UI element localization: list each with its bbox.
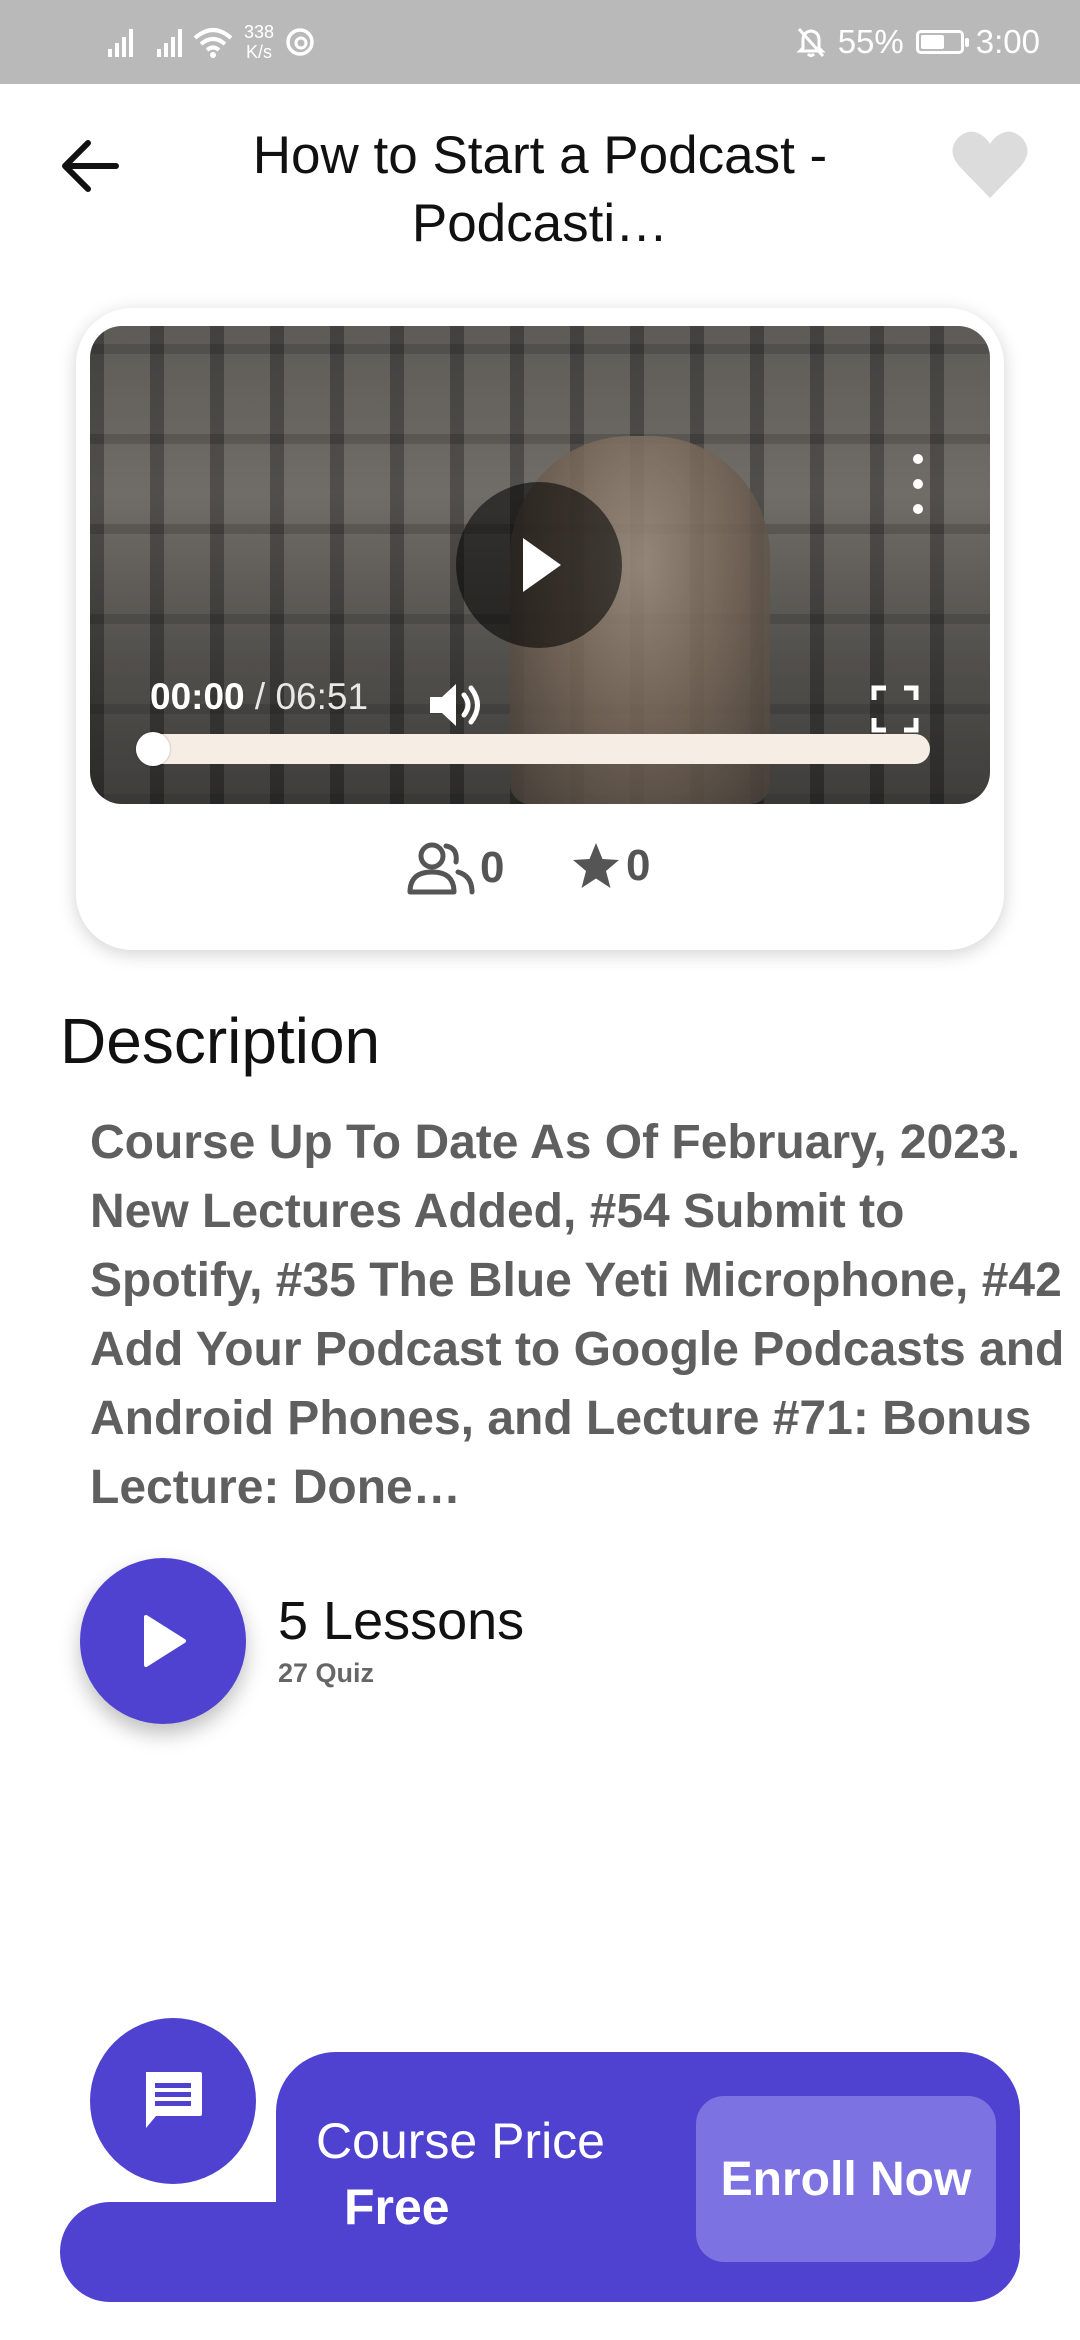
lessons-play-button[interactable] [80,1558,246,1724]
star-icon [573,843,619,888]
clock: 3:00 [975,23,1040,60]
course-price-value: Free [344,2179,450,2235]
lessons-count[interactable]: 5 Lessons [278,1590,524,1652]
back-button[interactable] [52,128,128,204]
play-icon [144,1615,186,1667]
network-speed-value: 338 [244,22,275,42]
time-separator: / [244,676,276,717]
battery-percent: 55% [837,23,904,60]
rating-stat: 0 [570,840,650,892]
description-text: Course Up To Date As Of February, 2023. … [90,1116,1065,1514]
back-arrow-icon [62,140,119,192]
bell-off-icon [796,28,826,57]
threads-icon [286,28,314,56]
description-heading: Description [60,1005,381,1077]
network-speed-unit: K/s [246,42,273,62]
students-count: 0 [480,843,505,892]
network-speed: 338 K/s [244,22,274,62]
duration: 06:51 [275,676,369,717]
kebab-menu-icon[interactable] [906,454,930,514]
quiz-count: 27 Quiz [278,1658,375,1688]
heart-icon [952,131,1028,198]
signal-icon [108,27,133,57]
battery-icon [915,30,969,54]
seek-handle[interactable] [136,732,170,766]
signal-icon [157,27,182,57]
chat-icon [146,2072,202,2128]
students-stat: 0 [406,840,504,896]
rating-value: 0 [626,841,651,890]
video-play-button[interactable] [456,482,622,648]
favorite-button[interactable] [948,122,1032,206]
course-stats: 0 0 [0,840,1080,906]
status-right: 55% 3:00 [796,18,1040,66]
enroll-now-button[interactable]: Enroll Now [696,2096,996,2262]
page-title: How to Start a Podcast - Podcasti… [252,126,828,253]
seek-bar[interactable] [136,732,930,766]
fullscreen-icon[interactable] [870,684,920,734]
volume-icon[interactable] [428,680,488,730]
current-time: 00:00 [150,676,245,717]
video-time: 00:00 / 06:51 [150,676,368,718]
status-bar: 338 K/s 55% 3:00 [0,0,1080,84]
wifi-icon [193,28,233,58]
play-icon [523,538,561,592]
status-left: 338 K/s [108,18,316,66]
chat-button[interactable] [90,2018,256,2184]
course-price-label: Course Price [316,2113,605,2169]
users-icon [407,842,475,895]
